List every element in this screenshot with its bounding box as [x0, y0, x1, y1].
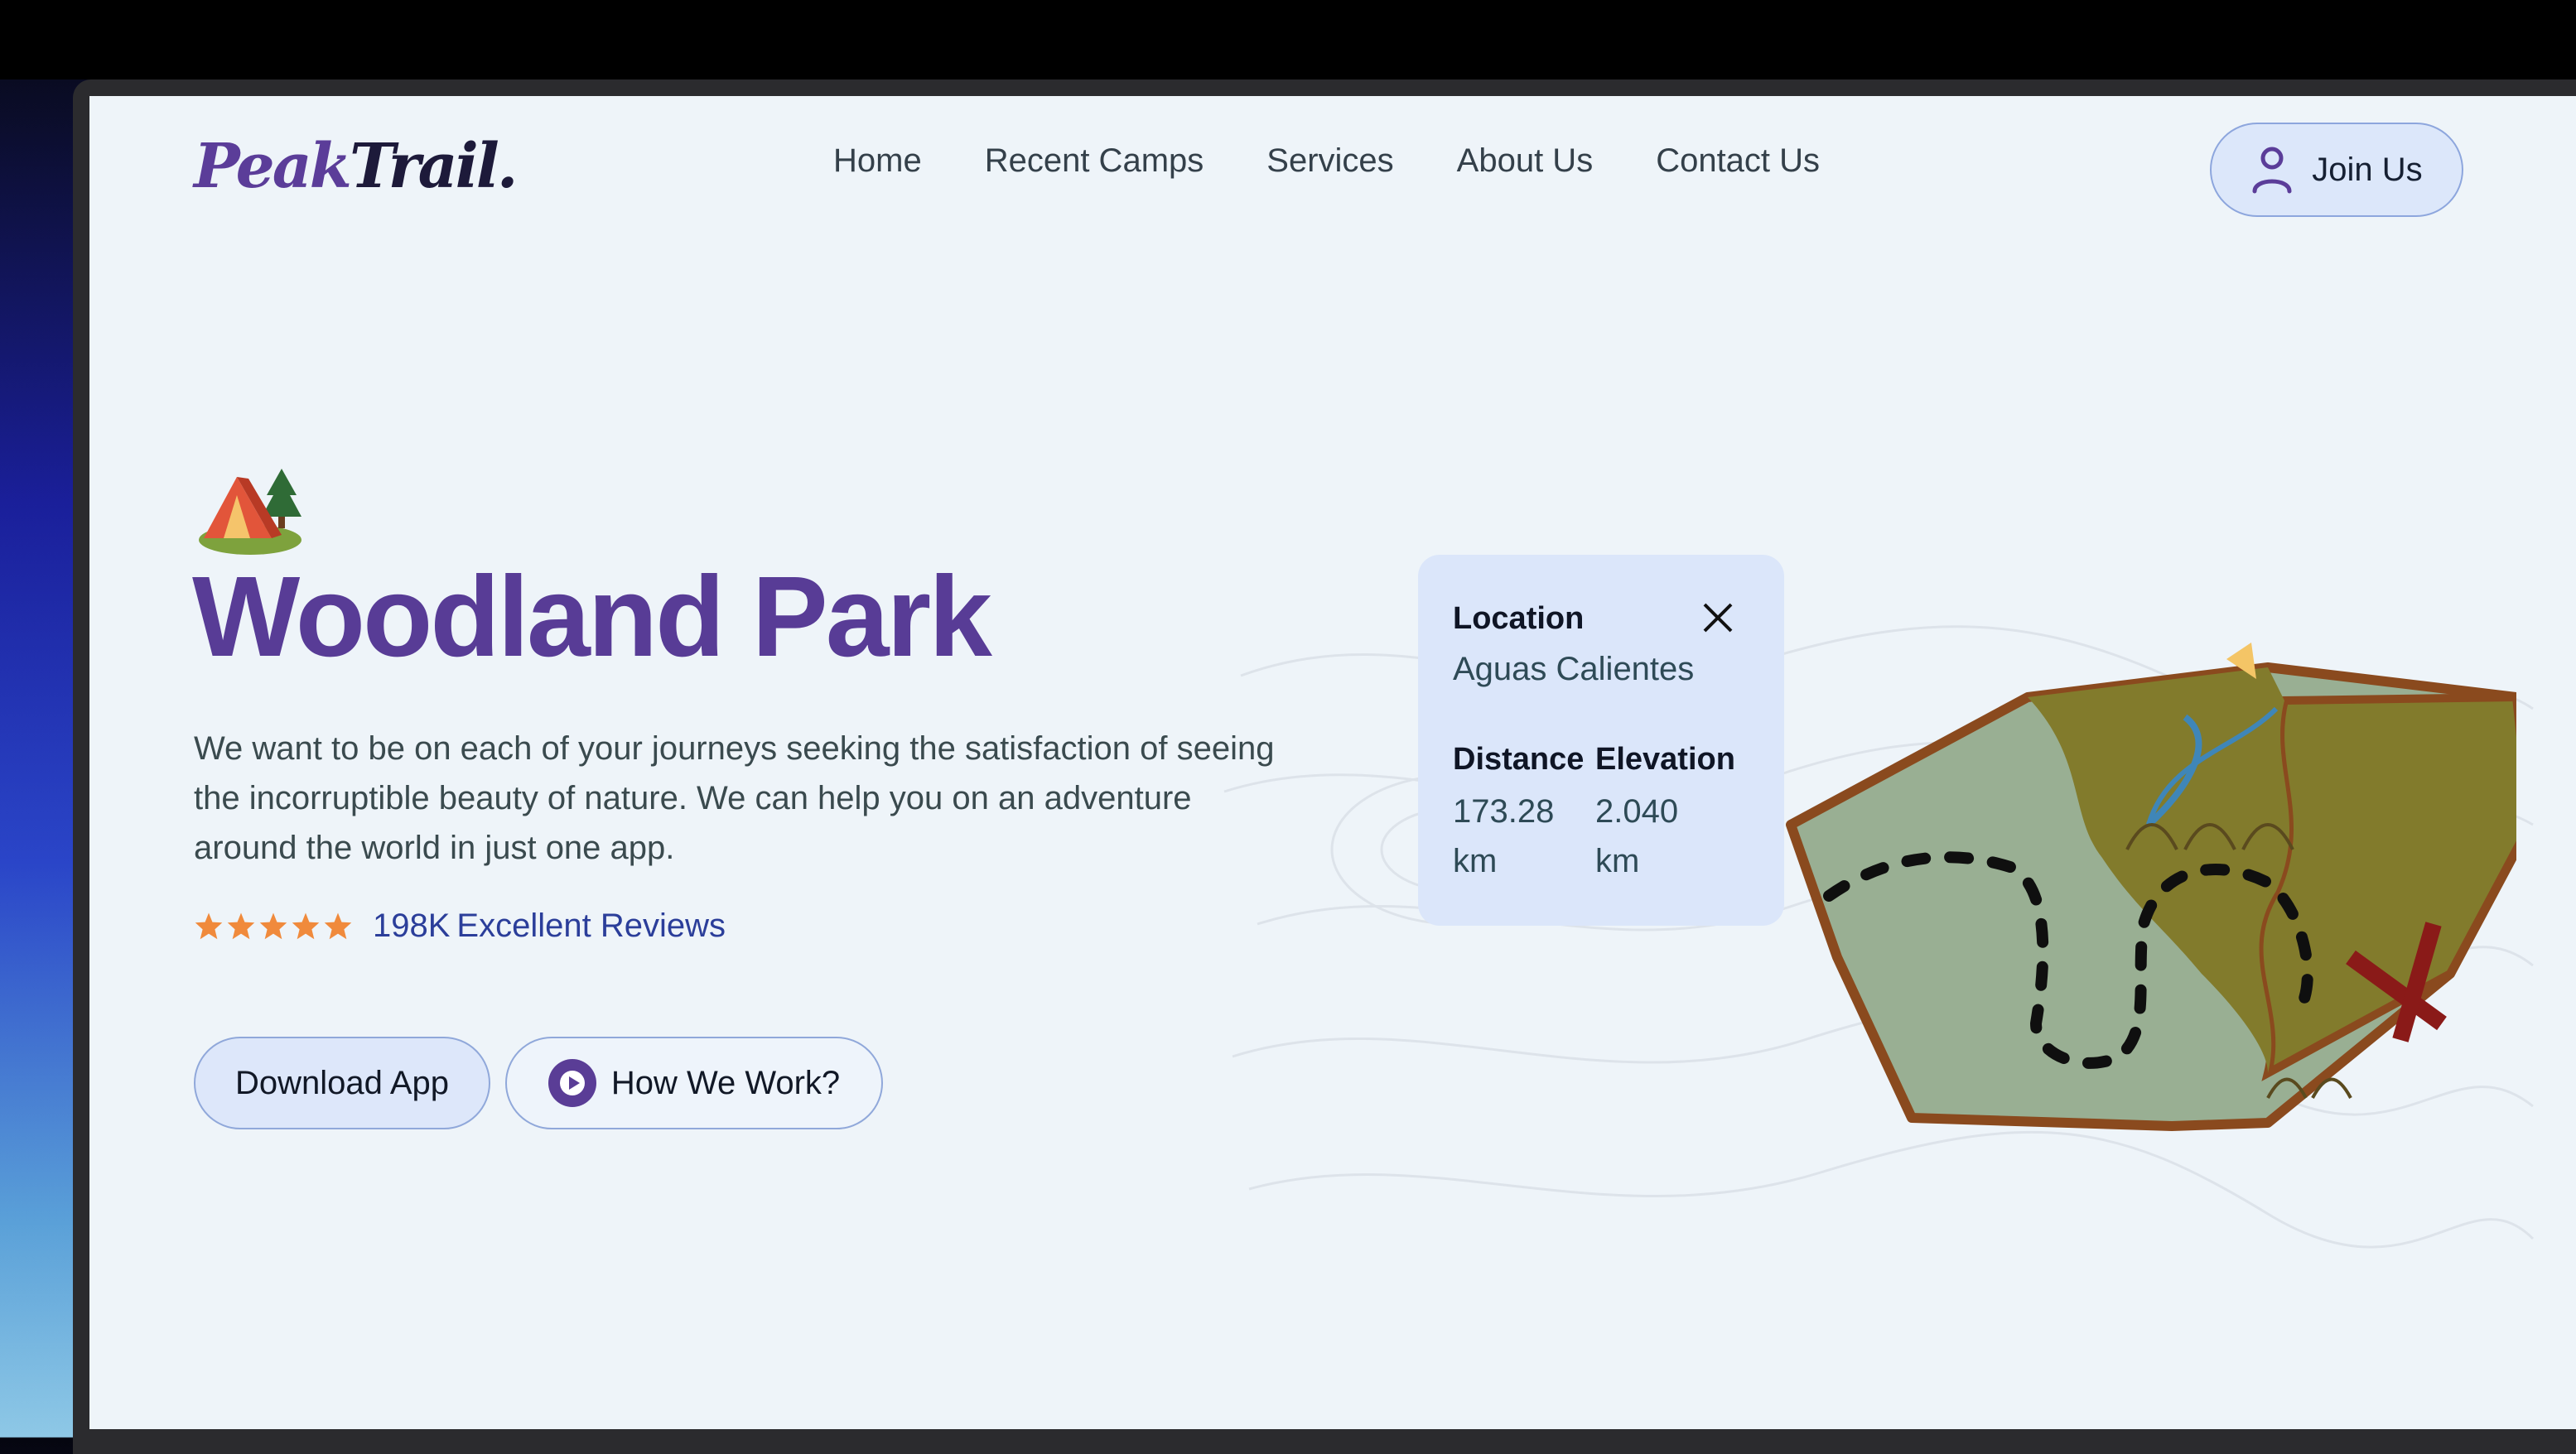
rating-stars: [194, 912, 353, 940]
elevation-label: Elevation: [1595, 742, 1735, 777]
distance-unit: km: [1453, 843, 1498, 879]
elevation-value: 2.040: [1595, 793, 1679, 830]
main-nav: Home Recent Camps Services About Us Cont…: [833, 142, 1820, 180]
download-app-label: Download App: [235, 1064, 449, 1101]
top-black-bar: [0, 0, 2576, 79]
how-we-work-button[interactable]: How We Work?: [505, 1037, 883, 1129]
join-us-button[interactable]: Join Us: [2210, 123, 2463, 217]
hero-description: We want to be on each of your journeys s…: [194, 730, 1275, 866]
reviews-link[interactable]: 198K Excellent Reviews: [373, 908, 726, 945]
page-screen: PeakTrail. Home Recent Camps Services Ab…: [89, 96, 2576, 1429]
nav-recent-camps[interactable]: Recent Camps: [985, 142, 1204, 180]
hero-title: Woodland Park: [192, 553, 992, 681]
location-value: Aguas Calientes: [1453, 651, 1695, 687]
star-icon: [292, 912, 320, 940]
elevation-unit: km: [1595, 843, 1640, 879]
logo-part-peak: Peak: [194, 131, 352, 202]
location-label: Location: [1453, 601, 1585, 636]
nav-contact-us[interactable]: Contact Us: [1656, 142, 1820, 180]
reviews-label: Excellent Reviews: [456, 908, 726, 944]
tent-icon: [199, 469, 301, 555]
join-us-label: Join Us: [2312, 151, 2423, 188]
user-icon: [2252, 147, 2292, 194]
how-we-work-label: How We Work?: [610, 1064, 841, 1101]
close-icon[interactable]: [1700, 599, 1736, 636]
reviews-count: 198K: [373, 908, 451, 944]
distance-label: Distance: [1453, 742, 1585, 777]
treasure-map-illustration: [1786, 643, 2516, 1131]
star-icon: [227, 912, 255, 940]
nav-about-us[interactable]: About Us: [1457, 142, 1594, 180]
brand-logo[interactable]: PeakTrail.: [194, 131, 519, 202]
distance-value: 173.28: [1453, 793, 1555, 830]
download-app-button[interactable]: Download App: [194, 1037, 490, 1129]
location-card: Location Aguas Calientes Distance Elevat…: [1418, 555, 1784, 926]
star-icon: [195, 912, 223, 940]
nav-home[interactable]: Home: [833, 142, 922, 180]
star-icon: [324, 912, 352, 940]
nav-services[interactable]: Services: [1266, 142, 1393, 180]
star-icon: [259, 912, 287, 940]
logo-part-trail: Trail.: [349, 131, 519, 202]
play-icon: [548, 1059, 596, 1107]
